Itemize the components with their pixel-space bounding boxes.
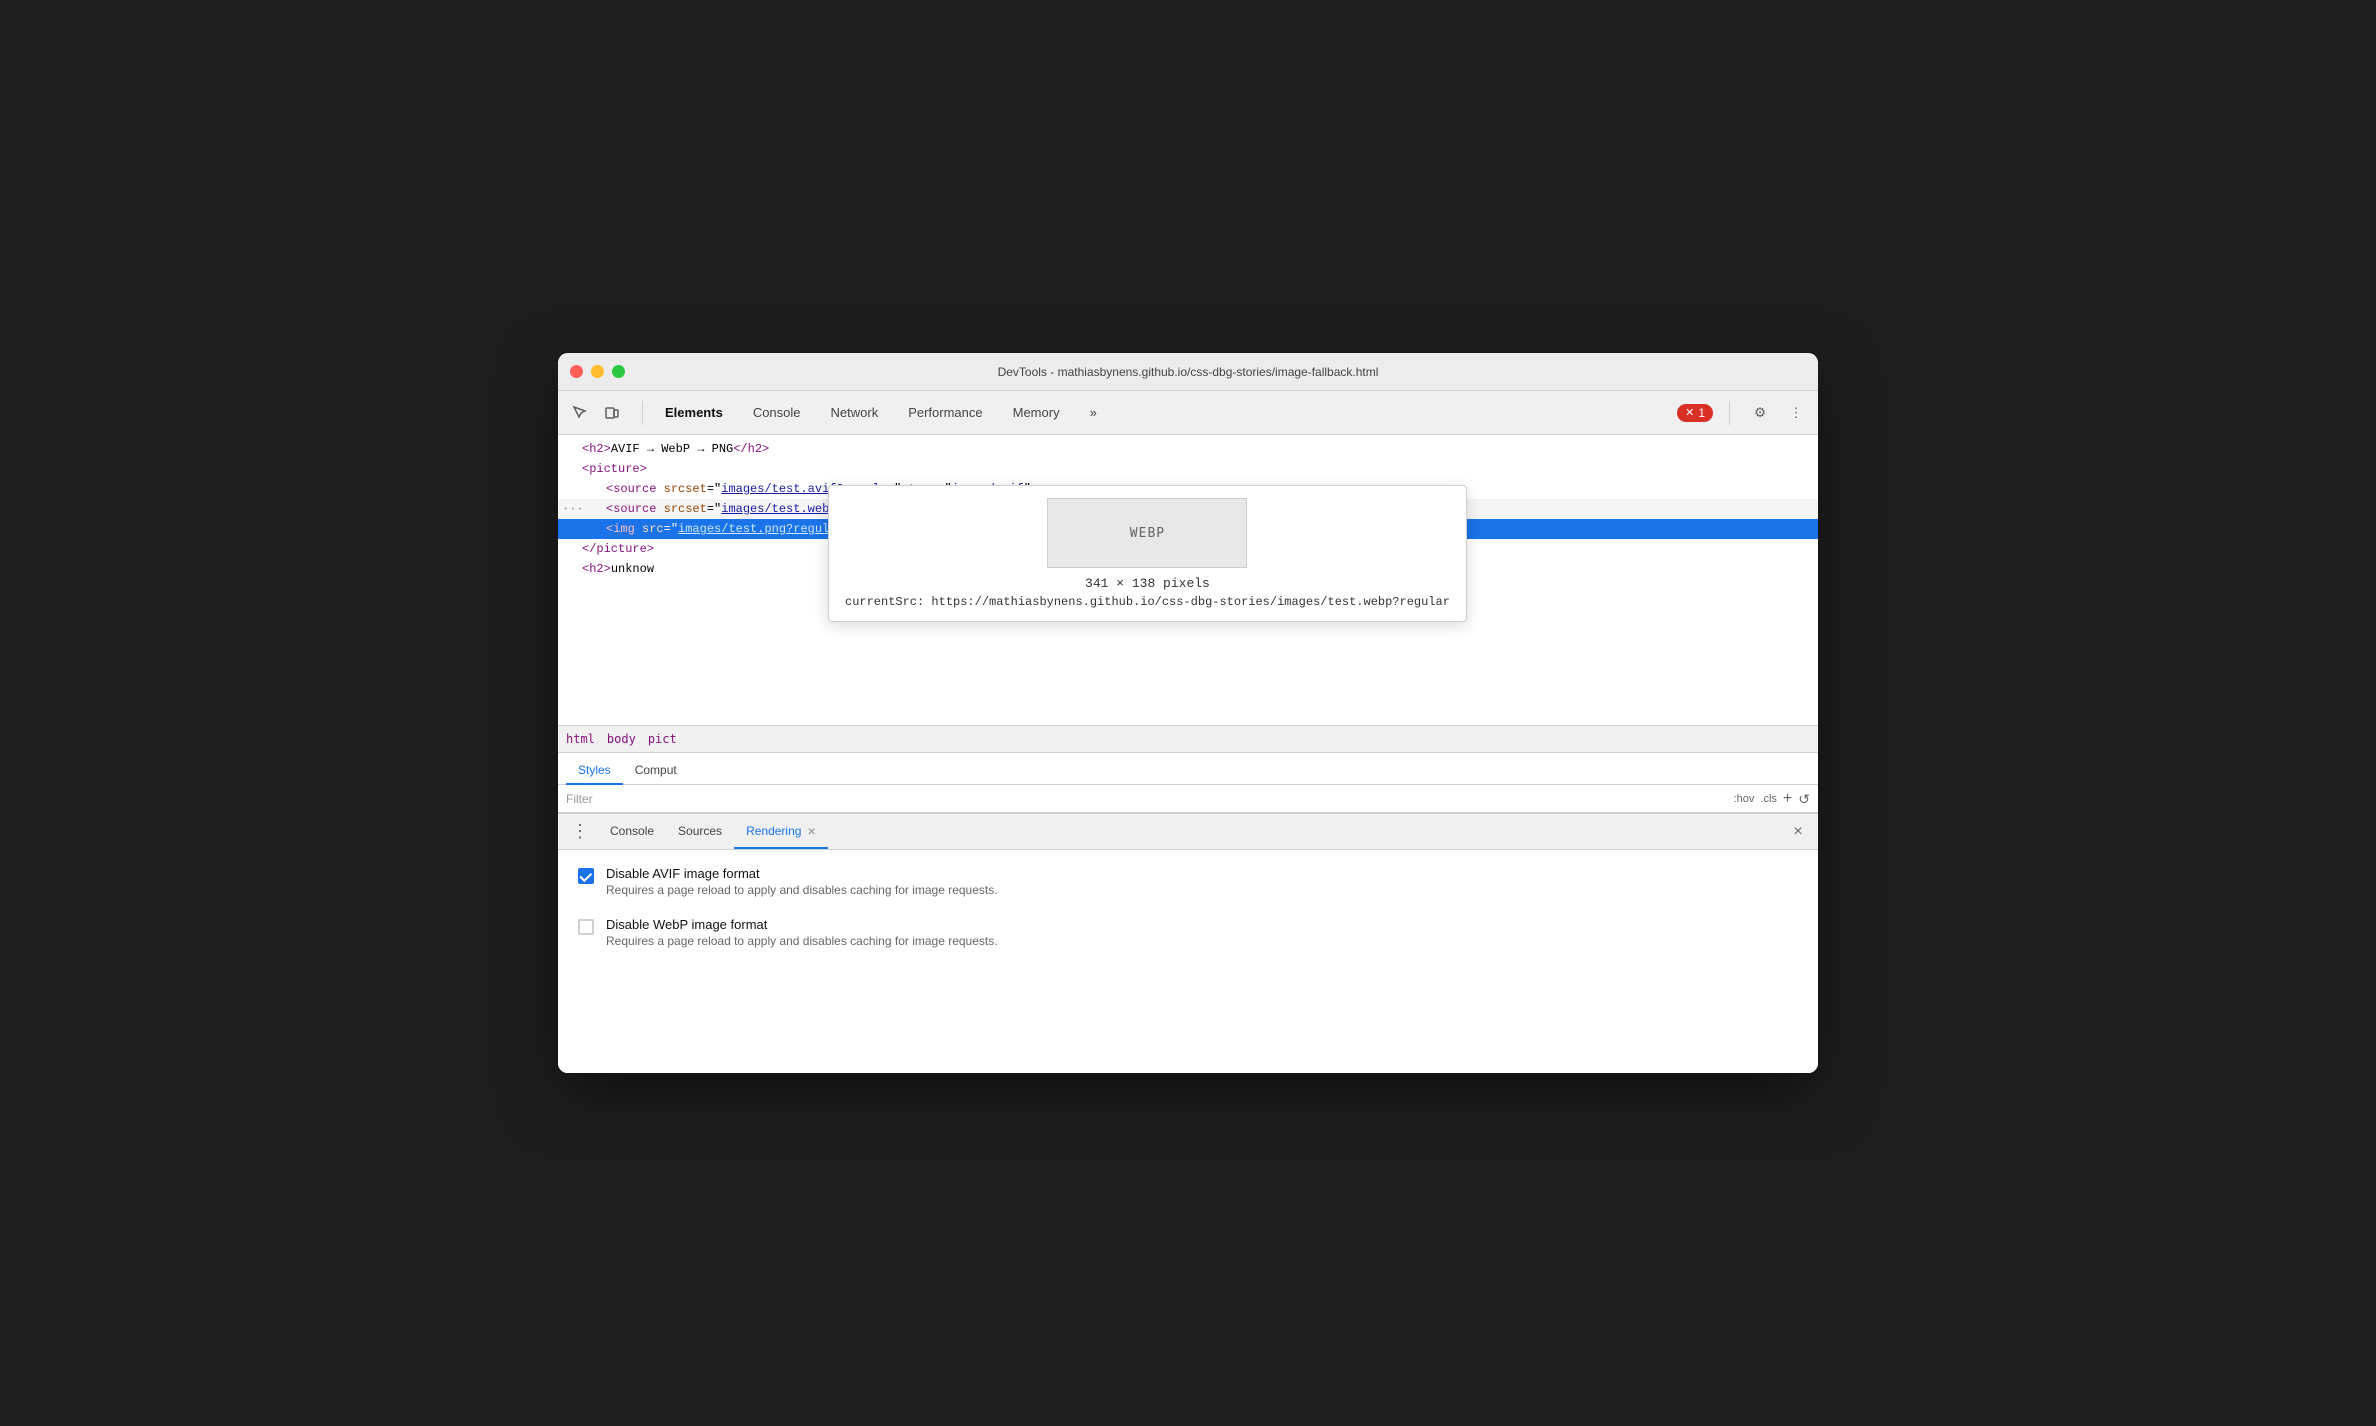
tag: <h2> (582, 442, 611, 456)
breadcrumb-html[interactable]: html (566, 732, 595, 746)
filter-hov[interactable]: :hov (1734, 793, 1755, 805)
styles-filter: Filter :hov .cls + ↺ (558, 785, 1818, 813)
drawer-tab-console[interactable]: Console (598, 814, 666, 849)
tooltip-size: 341 × 138 pixels (845, 576, 1450, 591)
tooltip-image-label: WEBP (1130, 526, 1165, 541)
webp-option-text: Disable WebP image format Requires a pag… (606, 917, 998, 948)
toolbar-divider-2 (1729, 401, 1730, 425)
device-icon[interactable] (598, 399, 626, 427)
traffic-lights (570, 365, 625, 378)
tab-network[interactable]: Network (817, 399, 893, 426)
toolbar-divider (642, 401, 643, 425)
equals: =" (707, 482, 721, 496)
toolbar: Elements Console Network Performance Mem… (558, 391, 1818, 435)
breadcrumb-picture[interactable]: pict (648, 732, 677, 746)
attr-name: src (642, 522, 664, 536)
tooltip-preview: WEBP (1047, 498, 1247, 568)
ellipsis: ··· (562, 500, 584, 518)
attr-name: srcset (664, 482, 707, 496)
minimize-button[interactable] (591, 365, 604, 378)
webp-option-label: Disable WebP image format (606, 917, 998, 932)
more-options-button[interactable]: ⋮ (1782, 399, 1810, 427)
gear-icon: ⚙ (1754, 405, 1766, 421)
error-icon: ✕ (1685, 406, 1694, 419)
tag: <img (606, 522, 635, 536)
elements-line[interactable]: <picture> (558, 459, 1818, 479)
avif-option-desc: Requires a page reload to apply and disa… (606, 883, 998, 897)
equals: =" (664, 522, 678, 536)
tab-memory[interactable]: Memory (999, 399, 1074, 426)
equals: =" (707, 502, 721, 516)
text-content: AVIF → WebP → PNG (611, 442, 733, 456)
kebab-icon: ⋮ (1789, 405, 1802, 421)
tag-close: </h2> (733, 442, 769, 456)
tooltip-src: currentSrc: https://mathiasbynens.github… (845, 595, 1450, 609)
tag: <source (606, 502, 656, 516)
error-badge[interactable]: ✕ 1 (1677, 404, 1713, 422)
avif-option-text: Disable AVIF image format Requires a pag… (606, 866, 998, 897)
styles-section: Styles Comput Filter :hov .cls + ↺ (558, 753, 1818, 813)
bottom-drawer: ⋮ Console Sources Rendering × × (558, 813, 1818, 1073)
close-button[interactable] (570, 365, 583, 378)
drawer-tabs-bar: ⋮ Console Sources Rendering × × (558, 814, 1818, 850)
tab-computed[interactable]: Comput (623, 757, 689, 785)
attr-name: srcset (664, 502, 707, 516)
tooltip-src-label: currentSrc: (845, 595, 924, 609)
settings-button[interactable]: ⚙ (1746, 399, 1774, 427)
toolbar-right: ✕ 1 ⚙ ⋮ (1677, 399, 1810, 427)
tab-more[interactable]: » (1076, 399, 1111, 426)
error-count: 1 (1698, 406, 1705, 420)
window-title: DevTools - mathiasbynens.github.io/css-d… (998, 365, 1379, 379)
tab-performance[interactable]: Performance (894, 399, 996, 426)
drawer-close-button[interactable]: × (1786, 820, 1810, 844)
fullscreen-button[interactable] (612, 365, 625, 378)
filter-cls[interactable]: .cls (1760, 793, 1777, 805)
breadcrumb-body[interactable]: body (607, 732, 636, 746)
tab-styles[interactable]: Styles (566, 757, 623, 785)
filter-refresh[interactable]: ↺ (1798, 791, 1810, 808)
webp-option: Disable WebP image format Requires a pag… (578, 917, 1798, 948)
drawer-tabs: Console Sources Rendering × (594, 814, 828, 849)
tag: <source (606, 482, 656, 496)
drawer-tab-close[interactable]: × (807, 824, 815, 838)
main-content: <h2>AVIF → WebP → PNG</h2> <picture> <so… (558, 435, 1818, 1073)
tab-elements[interactable]: Elements (651, 399, 737, 426)
avif-checkbox[interactable] (578, 868, 594, 884)
tooltip-src-url: https://mathiasbynens.github.io/css-dbg-… (931, 595, 1449, 609)
tab-console[interactable]: Console (739, 399, 815, 426)
drawer-tab-sources-label: Sources (678, 824, 722, 838)
text-content: unknow (611, 562, 654, 576)
filter-right: :hov .cls + ↺ (1734, 790, 1810, 808)
tag: </picture> (582, 542, 654, 556)
breadcrumb: html body pict (558, 725, 1818, 753)
elements-line[interactable]: <h2>AVIF → WebP → PNG</h2> (558, 439, 1818, 459)
styles-tabs: Styles Comput (558, 753, 1818, 785)
rendering-panel: Disable AVIF image format Requires a pag… (558, 850, 1818, 1073)
filter-add[interactable]: + (1783, 790, 1792, 808)
attr-value-link[interactable]: images/test.png?regular (678, 522, 844, 536)
titlebar: DevTools - mathiasbynens.github.io/css-d… (558, 353, 1818, 391)
devtools-window: DevTools - mathiasbynens.github.io/css-d… (558, 353, 1818, 1073)
drawer-tab-rendering[interactable]: Rendering × (734, 814, 828, 849)
inspect-icon[interactable] (566, 399, 594, 427)
tag: <picture> (582, 462, 647, 476)
webp-option-desc: Requires a page reload to apply and disa… (606, 934, 998, 948)
devtools-panel: Elements Console Network Performance Mem… (558, 391, 1818, 1073)
elements-panel: <h2>AVIF → WebP → PNG</h2> <picture> <so… (558, 435, 1818, 725)
nav-tabs: Elements Console Network Performance Mem… (651, 399, 1111, 426)
toolbar-icons (566, 399, 626, 427)
image-tooltip: WEBP 341 × 138 pixels currentSrc: https:… (828, 485, 1467, 622)
drawer-tab-sources[interactable]: Sources (666, 814, 734, 849)
tag: <h2> (582, 562, 611, 576)
webp-checkbox[interactable] (578, 919, 594, 935)
filter-label: Filter (566, 792, 593, 806)
avif-option-label: Disable AVIF image format (606, 866, 998, 881)
drawer-menu-button[interactable]: ⋮ (566, 818, 594, 846)
drawer-tab-console-label: Console (610, 824, 654, 838)
drawer-tab-rendering-label: Rendering (746, 824, 801, 838)
avif-option: Disable AVIF image format Requires a pag… (578, 866, 1798, 897)
